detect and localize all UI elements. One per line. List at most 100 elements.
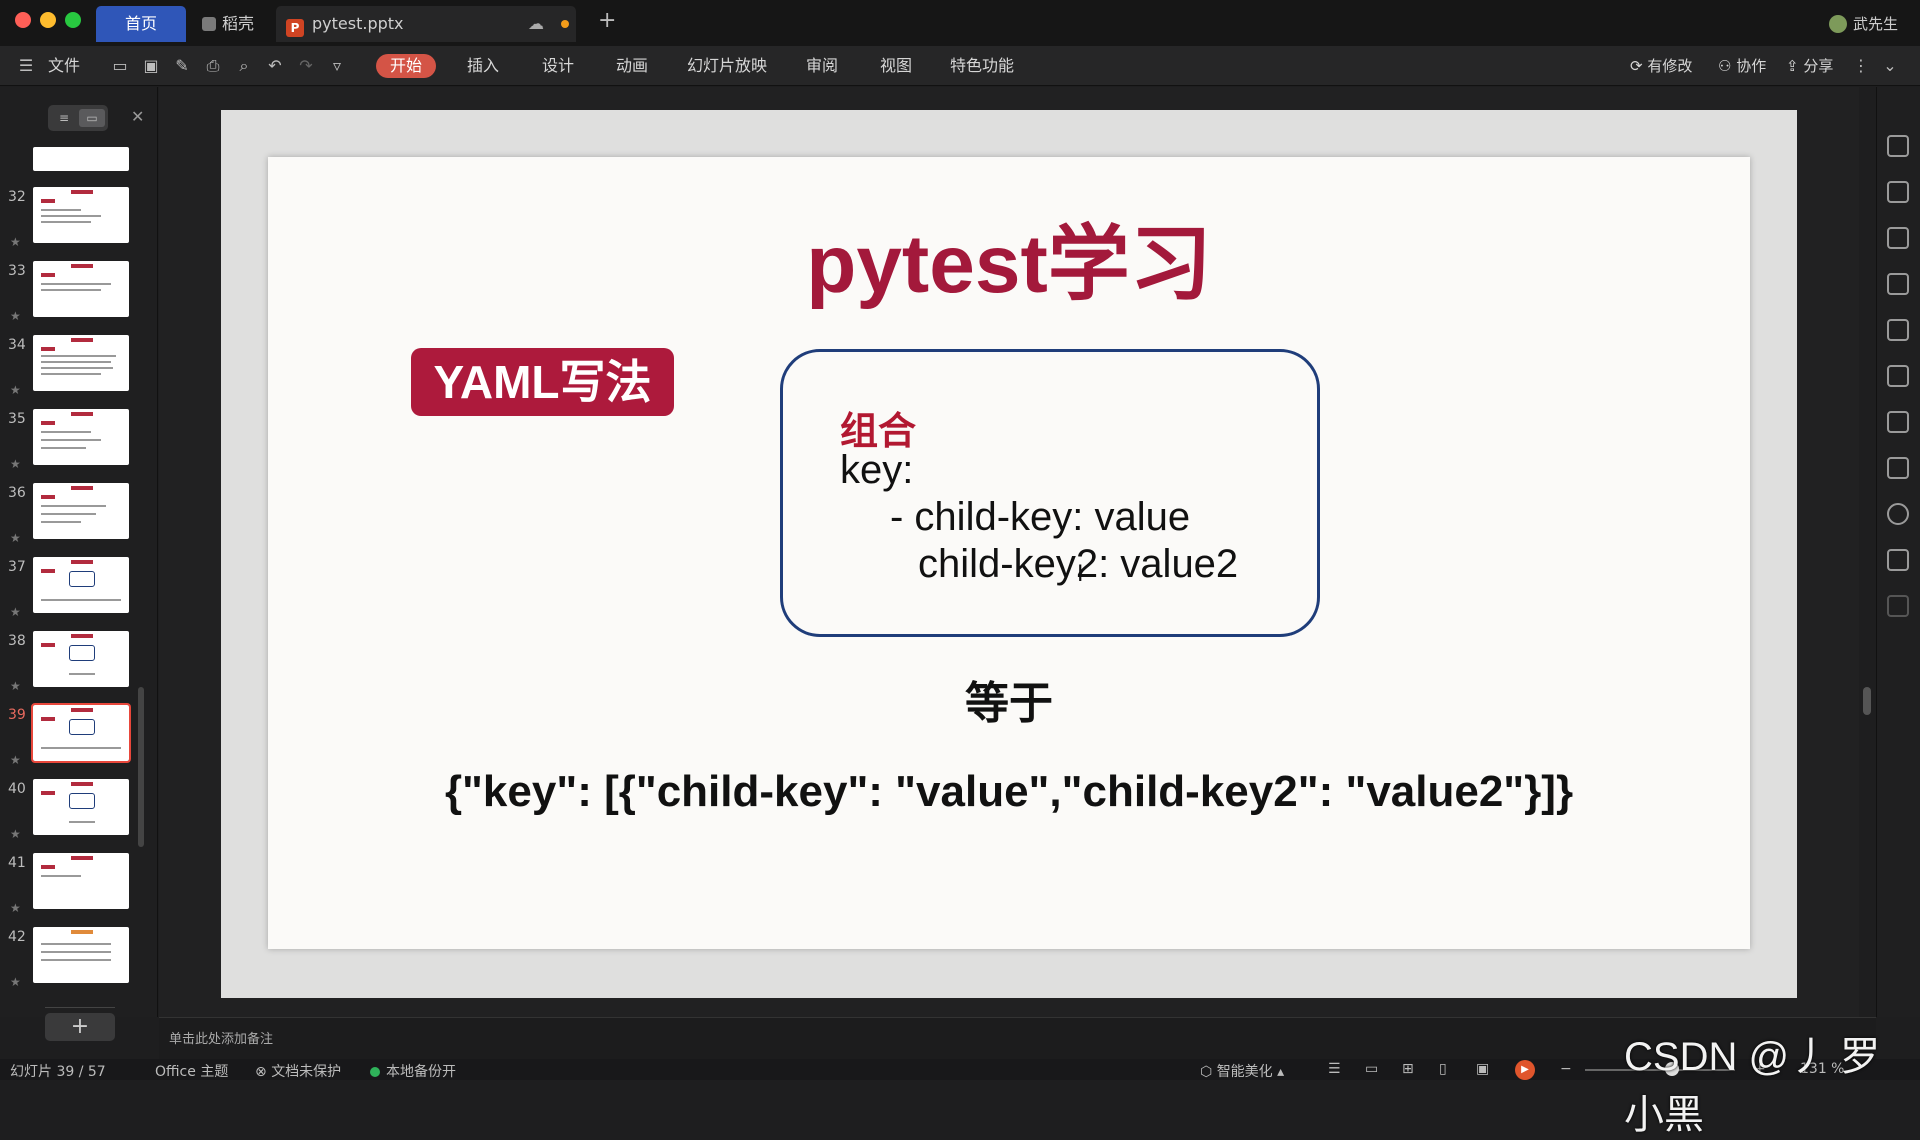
ribbon-tab-animation[interactable]: 动画 [616, 54, 648, 78]
minimize-window-button[interactable] [40, 12, 56, 28]
collapse-ribbon-icon[interactable]: ⌄ [1880, 56, 1900, 76]
slide-thumb-row[interactable]: 40 ★ [0, 779, 158, 853]
slide-thumbnail[interactable] [33, 409, 129, 465]
animation-icon[interactable] [1887, 319, 1909, 341]
collaborate-button[interactable]: ⚇ 协作 [1718, 54, 1766, 78]
thumbnail-scrollbar[interactable] [138, 687, 144, 847]
ribbon-tab-review[interactable]: 审阅 [806, 54, 838, 78]
local-backup[interactable]: 本地备份开 [370, 1061, 456, 1081]
more-icon[interactable]: ⋮ [1851, 56, 1871, 76]
chart-icon[interactable] [1887, 273, 1909, 295]
cube-icon[interactable] [1887, 595, 1909, 617]
slide-thumb-row[interactable]: 37 ★ [0, 557, 158, 631]
slide-thumbnail[interactable] [33, 335, 129, 391]
yaml-tag-label[interactable]: YAML写法 [411, 348, 674, 416]
open-folder-icon[interactable]: ▭ [110, 56, 130, 76]
style-icon[interactable] [1887, 227, 1909, 249]
close-pane-icon[interactable]: ✕ [131, 107, 144, 126]
presenter-view-icon[interactable]: ▣ [1476, 1061, 1489, 1077]
slide-thumbnail[interactable] [33, 557, 129, 613]
user-account[interactable]: 武先生 [1828, 13, 1898, 34]
object-select-icon[interactable] [1887, 135, 1909, 157]
notes-toggle-icon[interactable]: ☰ [1328, 1061, 1341, 1077]
backup-label: 本地备份开 [386, 1064, 456, 1080]
image-icon[interactable] [1887, 549, 1909, 571]
slide-thumb-row[interactable]: 33 ★ [0, 261, 158, 335]
normal-view-icon[interactable]: ▭ [1365, 1061, 1378, 1077]
slide-thumb-row[interactable]: 41 ★ [0, 853, 158, 927]
protection-label: 文档未保护 [271, 1064, 342, 1080]
collaborate-icon: ⚇ [1718, 57, 1737, 75]
new-tab-button[interactable]: + [598, 8, 616, 33]
reading-view-icon[interactable]: ▯ [1439, 1061, 1447, 1077]
slide-sorter-icon[interactable]: ⊞ [1402, 1061, 1414, 1077]
ribbon-tab-design[interactable]: 设计 [542, 54, 574, 78]
slide-thumbnail-active[interactable] [31, 703, 131, 763]
add-slide-button[interactable]: + [45, 1013, 115, 1041]
slide-thumb-row[interactable]: 32 ★ [0, 187, 158, 261]
menu-icon[interactable]: ☰ [16, 56, 36, 76]
current-slide[interactable]: pytest学习 YAML写法 组合 key: - child-key: val… [268, 157, 1750, 949]
format-painter-icon[interactable]: ✎ [172, 56, 192, 76]
save-icon[interactable]: ▣ [141, 56, 161, 76]
tab-daoke[interactable]: 稻壳 [196, 6, 276, 42]
customize-dropdown-icon[interactable]: ▿ [327, 56, 347, 76]
zoom-window-button[interactable] [65, 12, 81, 28]
slide-thumbnail[interactable] [33, 147, 129, 171]
theme-name[interactable]: Office 主题 [155, 1061, 228, 1081]
file-menu[interactable]: 文件 [48, 54, 80, 78]
copy-icon[interactable] [1887, 365, 1909, 387]
slide-thumbnail[interactable] [33, 631, 129, 687]
effects-icon[interactable] [1887, 411, 1909, 433]
user-name: 武先生 [1852, 15, 1898, 33]
slide-thumbnail[interactable] [33, 779, 129, 835]
tab-document[interactable]: Ppytest.pptx ☁ [276, 6, 576, 42]
history-icon[interactable] [1887, 503, 1909, 525]
beautify-icon: ⬡ [1200, 1064, 1217, 1080]
json-equivalent[interactable]: {"key": [{"child-key": "value","child-ke… [268, 767, 1750, 817]
text-cursor-icon: I [1077, 562, 1084, 587]
tab-home[interactable]: 首页 [96, 6, 186, 42]
cloud-icon[interactable]: ☁ [528, 6, 544, 42]
share-icon: ⇪ [1786, 57, 1804, 75]
shape-icon[interactable] [1887, 181, 1909, 203]
equals-label[interactable]: 等于 [268, 667, 1750, 731]
share-button[interactable]: ⇪ 分享 [1786, 54, 1833, 78]
document-protection[interactable]: ⊗ 文档未保护 [255, 1061, 341, 1081]
settings-sliders-icon[interactable] [1887, 457, 1909, 479]
redo-icon[interactable]: ↷ [296, 56, 316, 76]
print-icon[interactable]: ⎙ [203, 56, 223, 76]
smart-beautify-button[interactable]: ⬡ 智能美化 ▴ [1200, 1061, 1284, 1081]
slide-thumbnail[interactable] [33, 927, 129, 983]
ribbon-tab-home[interactable]: 开始 [376, 54, 437, 78]
slide-title[interactable]: pytest学习 [268, 197, 1750, 316]
editor-scrollbar[interactable] [1863, 687, 1871, 715]
slide-thumb-row[interactable]: 34 ★ [0, 335, 158, 409]
outline-view-icon[interactable]: ≡ [51, 109, 77, 127]
slide-thumbnail[interactable] [33, 483, 129, 539]
ribbon-tab-special[interactable]: 特色功能 [950, 54, 1014, 78]
print-preview-icon[interactable]: ⌕ [234, 56, 254, 76]
close-window-button[interactable] [15, 12, 31, 28]
play-slideshow-icon[interactable]: ▶ [1515, 1060, 1535, 1080]
code-example-box[interactable]: 组合 key: - child-key: value child-key2: v… [780, 349, 1320, 637]
modified-status[interactable]: ⟳ 有修改 [1630, 54, 1692, 78]
ribbon-tab-view[interactable]: 视图 [880, 54, 912, 78]
zoom-out-icon[interactable]: − [1560, 1061, 1572, 1077]
slide-thumb-row[interactable]: 36 ★ [0, 483, 158, 557]
star-icon: ★ [10, 531, 21, 545]
slide-number: 35 [8, 411, 26, 427]
slide-thumbnail[interactable] [33, 853, 129, 909]
slide-thumb-row[interactable]: 42 ★ [0, 927, 158, 1001]
slide-thumb-row[interactable]: 39 ★ [0, 703, 158, 779]
ribbon-tab-insert[interactable]: 插入 [467, 54, 499, 78]
slide-thumbnail[interactable] [33, 261, 129, 317]
slide-thumb-row[interactable]: 35 ★ [0, 409, 158, 483]
right-tool-pane [1876, 87, 1920, 1017]
ribbon-tab-slideshow[interactable]: 幻灯片放映 [687, 54, 767, 78]
slide-thumb-row[interactable]: 38 ★ [0, 631, 158, 705]
notes-area[interactable]: 单击此处添加备注 [159, 1017, 1876, 1059]
slide-thumbnail[interactable] [33, 187, 129, 243]
thumbnail-view-icon[interactable]: ▭ [79, 109, 105, 127]
undo-icon[interactable]: ↶ [265, 56, 285, 76]
